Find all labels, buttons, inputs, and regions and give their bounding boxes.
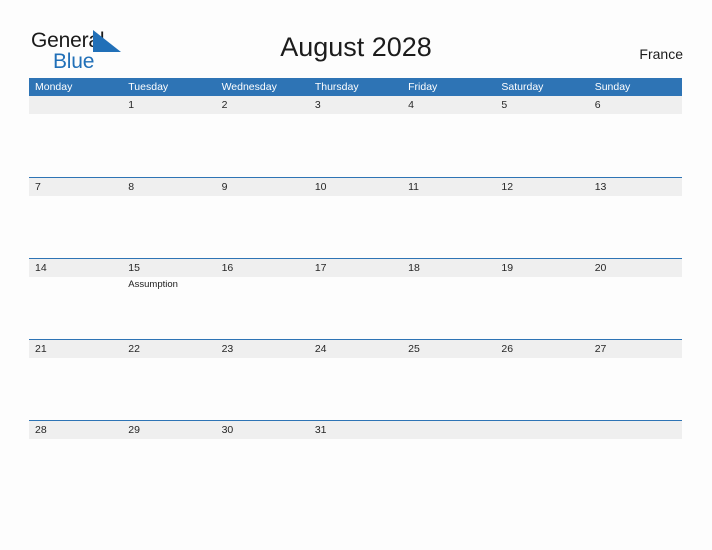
day-number: 16 bbox=[221, 262, 234, 274]
day-number: 30 bbox=[221, 424, 234, 436]
day-cell[interactable]: 3 bbox=[309, 96, 402, 176]
week-cells: 1 2 3 4 5 6 bbox=[29, 96, 682, 176]
day-cell[interactable]: 31 bbox=[309, 421, 402, 501]
day-cell[interactable]: 20 bbox=[589, 259, 682, 339]
day-cell[interactable]: 4 bbox=[402, 96, 495, 176]
day-number: 4 bbox=[408, 99, 414, 111]
day-cell[interactable]: 23 bbox=[216, 340, 309, 420]
day-number: 24 bbox=[314, 343, 327, 355]
day-cell[interactable]: 25 bbox=[402, 340, 495, 420]
week-cells: 7 8 9 10 11 12 13 bbox=[29, 178, 682, 258]
day-cell[interactable]: 11 bbox=[402, 178, 495, 258]
day-number: 5 bbox=[501, 99, 508, 111]
day-cell[interactable]: 6 bbox=[589, 96, 682, 176]
day-number: 27 bbox=[594, 343, 607, 355]
day-cell[interactable]: 8 bbox=[122, 178, 215, 258]
week-cells: 28 29 30 31 bbox=[29, 421, 682, 501]
weekday-header-row: Monday Tuesday Wednesday Thursday Friday… bbox=[29, 78, 682, 96]
day-cell[interactable]: 9 bbox=[216, 178, 309, 258]
day-number: 28 bbox=[35, 424, 47, 436]
weekday-header-sunday: Sunday bbox=[594, 81, 631, 93]
day-cell[interactable]: 10 bbox=[309, 178, 402, 258]
weekday-header-saturday: Saturday bbox=[501, 81, 544, 93]
weekday-header-monday: Monday bbox=[35, 81, 73, 93]
day-number: 15 bbox=[128, 262, 140, 274]
day-cell[interactable]: 24 bbox=[309, 340, 402, 420]
calendar-weeks: 1 2 3 4 5 6 7 8 9 10 11 12 13 14 15 Assumption 16 17 18 19 2… bbox=[29, 96, 682, 501]
calendar-week-row: 21 22 23 24 25 26 27 bbox=[29, 339, 682, 420]
day-number: 22 bbox=[128, 343, 140, 355]
weekday-header-friday: Friday bbox=[408, 81, 438, 93]
calendar-page: General Blue August 2028 France Monday T… bbox=[0, 0, 712, 550]
day-number: 17 bbox=[314, 262, 327, 274]
day-number: 12 bbox=[501, 181, 514, 193]
day-number: 13 bbox=[594, 181, 607, 193]
calendar-week-row: 7 8 9 10 11 12 13 bbox=[29, 177, 682, 258]
day-cell[interactable]: 29 bbox=[122, 421, 215, 501]
day-cell[interactable]: 21 bbox=[29, 340, 122, 420]
calendar-week-row: 14 15 Assumption 16 17 18 19 20 bbox=[29, 258, 682, 339]
page-title: August 2028 bbox=[280, 32, 432, 62]
calendar-week-row: 28 29 30 31 bbox=[29, 420, 682, 501]
week-cells: 21 22 23 24 25 26 27 bbox=[29, 340, 682, 420]
day-cell-empty bbox=[402, 421, 495, 501]
day-cell[interactable]: 7 bbox=[29, 178, 122, 258]
day-cell-empty bbox=[29, 96, 122, 176]
weekday-header-tuesday: Tuesday bbox=[128, 81, 169, 93]
day-cell[interactable]: 26 bbox=[495, 340, 588, 420]
day-cell[interactable]: 27 bbox=[589, 340, 682, 420]
day-cell[interactable]: 30 bbox=[216, 421, 309, 501]
week-cells: 14 15 Assumption 16 17 18 19 20 bbox=[29, 259, 682, 339]
day-cell[interactable]: 1 bbox=[122, 96, 215, 176]
day-number bbox=[595, 421, 682, 439]
day-cell[interactable]: 28 bbox=[29, 421, 122, 501]
day-number: 25 bbox=[408, 343, 420, 355]
day-number: 1 bbox=[128, 99, 135, 111]
day-number: 7 bbox=[35, 181, 41, 193]
day-number: 21 bbox=[35, 343, 47, 355]
day-cell-empty bbox=[495, 421, 588, 501]
day-number: 9 bbox=[221, 181, 228, 193]
country-label: France bbox=[639, 46, 683, 62]
day-cell[interactable]: 22 bbox=[122, 340, 215, 420]
day-number bbox=[408, 421, 495, 439]
day-cell[interactable]: 12 bbox=[495, 178, 588, 258]
day-number: 18 bbox=[408, 262, 420, 274]
day-cell[interactable]: 2 bbox=[216, 96, 309, 176]
day-cell[interactable]: 18 bbox=[402, 259, 495, 339]
day-cell[interactable]: 16 bbox=[216, 259, 309, 339]
day-number: 3 bbox=[314, 99, 321, 111]
calendar-week-row: 1 2 3 4 5 6 bbox=[29, 96, 682, 177]
day-cell[interactable]: 5 bbox=[495, 96, 588, 176]
day-cell[interactable]: 15 Assumption bbox=[122, 259, 215, 339]
day-cell[interactable]: 17 bbox=[309, 259, 402, 339]
day-cell[interactable]: 19 bbox=[495, 259, 588, 339]
page-header: General Blue August 2028 France bbox=[0, 0, 712, 78]
day-cell[interactable]: 13 bbox=[589, 178, 682, 258]
weekday-header-wednesday: Wednesday bbox=[221, 81, 277, 93]
weekday-header-thursday: Thursday bbox=[314, 81, 359, 93]
day-number: 14 bbox=[35, 262, 47, 274]
day-number: 29 bbox=[128, 424, 140, 436]
day-number: 2 bbox=[221, 99, 228, 111]
day-number bbox=[501, 421, 588, 439]
day-number bbox=[35, 96, 122, 114]
day-number: 26 bbox=[501, 343, 514, 355]
day-number: 19 bbox=[501, 262, 514, 274]
day-number: 31 bbox=[314, 424, 327, 436]
day-number: 10 bbox=[314, 181, 327, 193]
day-cell[interactable]: 14 bbox=[29, 259, 122, 339]
month-calendar: Monday Tuesday Wednesday Thursday Friday… bbox=[29, 78, 682, 501]
day-event-label: Assumption bbox=[128, 279, 178, 290]
day-cell-empty bbox=[589, 421, 682, 501]
day-number: 6 bbox=[594, 99, 601, 111]
day-number: 23 bbox=[221, 343, 234, 355]
day-number: 8 bbox=[128, 181, 135, 193]
day-number: 11 bbox=[408, 181, 420, 193]
day-number: 20 bbox=[594, 262, 607, 274]
